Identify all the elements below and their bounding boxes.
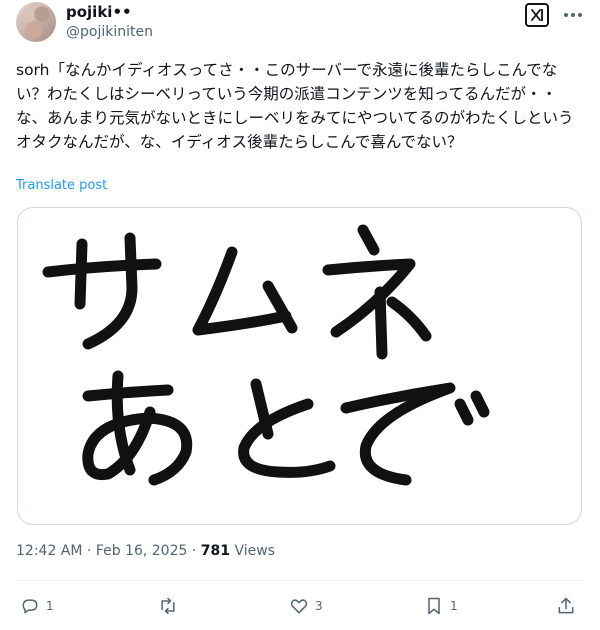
tweet-date[interactable]: Feb 16, 2025	[96, 543, 188, 559]
grok-button[interactable]	[525, 3, 549, 27]
more-button[interactable]	[562, 6, 584, 24]
tweet-text: sorh「なんかイディオスってさ・・このサーバーで永遠に後輩たらしこんでない？わ…	[16, 61, 574, 151]
like-count: 3	[315, 599, 323, 613]
bookmark-count: 1	[450, 599, 458, 613]
author-handle[interactable]: @pojikiniten	[66, 23, 153, 41]
reply-icon	[22, 599, 38, 614]
translate-post-link[interactable]: Translate post	[16, 178, 107, 193]
handwritten-thumbnail	[42, 224, 490, 486]
reply-count: 1	[46, 599, 54, 613]
like-button[interactable]: 3	[289, 592, 323, 620]
author-display-name[interactable]: pojiki••	[66, 3, 132, 21]
grok-icon	[531, 9, 543, 21]
repost-icon	[161, 597, 175, 615]
like-icon	[290, 599, 308, 614]
avatar[interactable]	[16, 2, 56, 42]
share-icon	[558, 597, 574, 614]
meta-separator: ·	[86, 543, 92, 559]
bookmark-button[interactable]: 1	[424, 592, 458, 620]
more-icon	[564, 13, 582, 17]
tweet-media-image[interactable]	[17, 207, 582, 525]
meta-separator-2: ·	[191, 543, 197, 559]
views-label: Views	[234, 543, 275, 559]
divider	[16, 580, 584, 581]
bookmark-icon	[428, 597, 440, 615]
tweet-time[interactable]: 12:42 AM	[16, 543, 82, 559]
repost-button[interactable]	[157, 592, 185, 620]
reply-button[interactable]: 1	[20, 592, 54, 620]
action-bar: 1 3 1	[0, 592, 600, 620]
views-count: 781	[200, 543, 230, 559]
tweet-meta: 12:42 AM · Feb 16, 2025 · 781 Views	[16, 543, 275, 559]
share-button[interactable]	[556, 592, 576, 620]
